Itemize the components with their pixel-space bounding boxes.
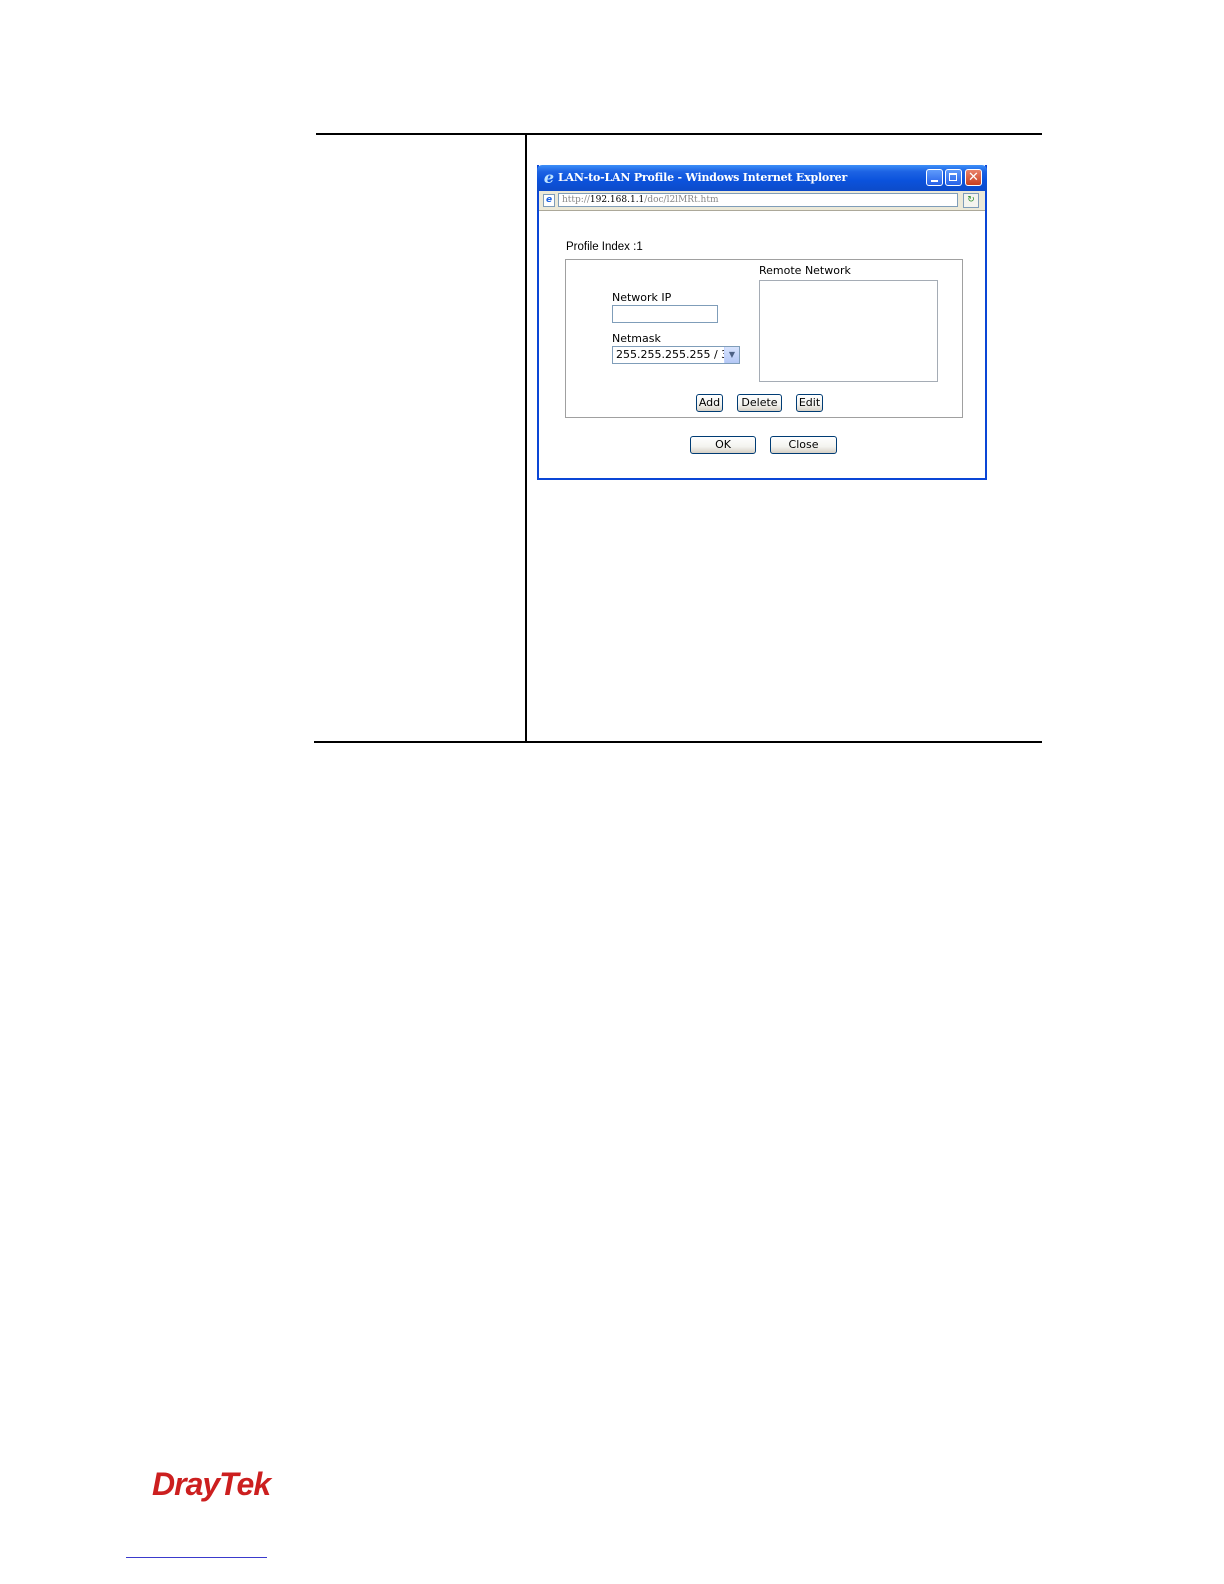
remote-network-label: Remote Network [759,264,851,277]
remote-network-list[interactable] [759,280,938,382]
window-titlebar[interactable]: e LAN-to-LAN Profile - Windows Internet … [537,165,987,191]
draytek-logo: DrayTek [152,1466,271,1502]
maximize-button[interactable] [945,169,962,186]
minimize-icon [931,180,938,182]
netmask-label: Netmask [612,332,661,345]
go-refresh-button[interactable]: ↻ [963,193,979,208]
profile-index-heading: Profile Index :1 [566,241,643,253]
close-window-button[interactable]: ✕ [965,169,982,186]
table-top-rule [316,133,1042,135]
ie-logo-icon: e [543,168,555,187]
page-icon: e [543,194,555,207]
table-bottom-rule [314,741,1042,743]
delete-button[interactable]: Delete [737,394,782,412]
url-host: 192.168.1.1 [589,195,645,205]
netmask-select[interactable]: 255.255.255.255 / 32 ▼ [612,346,740,364]
network-ip-label: Network IP [612,291,672,304]
close-button[interactable]: Close [770,436,837,454]
add-button[interactable]: Add [696,394,723,412]
url-path: /doc/l2lMRt.htm [644,195,719,205]
minimize-button[interactable] [926,169,943,186]
url-prefix: http:// [562,195,590,205]
window-title: LAN-to-LAN Profile - Windows Internet Ex… [558,171,848,184]
url-field[interactable]: http://192.168.1.1/doc/l2lMRt.htm [558,193,958,207]
footer-rule [126,1557,267,1558]
edit-button[interactable]: Edit [796,394,823,412]
table-column-divider [525,133,527,743]
ok-button[interactable]: OK [690,436,756,454]
netmask-selected-value: 255.255.255.255 / 32 [616,348,736,361]
network-ip-input[interactable] [612,305,718,323]
go-refresh-icon: ↻ [967,195,975,205]
remote-network-group: Remote Network Network IP Netmask 255.25… [565,259,963,418]
address-bar: e http://192.168.1.1/doc/l2lMRt.htm ↻ [539,191,985,211]
window-content: Profile Index :1 Remote Network Network … [539,211,985,478]
maximize-icon [949,173,957,181]
chevron-down-icon[interactable]: ▼ [724,347,739,363]
lan-to-lan-profile-window: e LAN-to-LAN Profile - Windows Internet … [537,165,987,480]
close-icon: ✕ [968,170,979,185]
